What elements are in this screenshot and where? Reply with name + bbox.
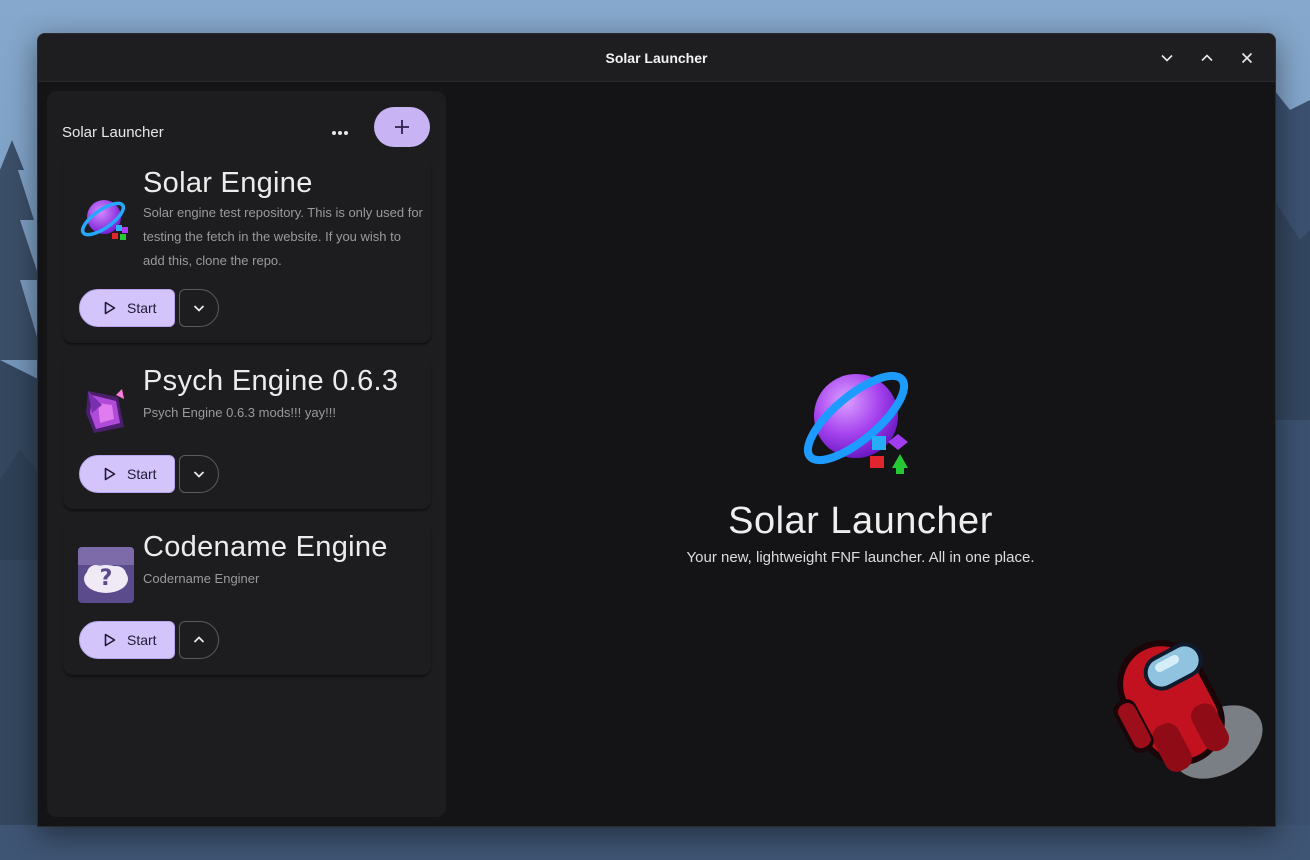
- chevron-down-icon: [193, 305, 205, 312]
- chevron-down-icon: [193, 471, 205, 478]
- expand-toggle[interactable]: [179, 289, 219, 327]
- window-title: Solar Launcher: [605, 49, 708, 66]
- collapse-toggle[interactable]: [179, 621, 219, 659]
- more-icon: [332, 131, 348, 135]
- sidebar-header: Solar Launcher: [62, 107, 431, 153]
- expand-toggle[interactable]: [179, 455, 219, 493]
- solar-engine-icon: [78, 193, 134, 249]
- start-label: Start: [127, 466, 157, 482]
- start-label: Start: [127, 632, 157, 648]
- engine-description: Solar engine test repository. This is on…: [143, 205, 423, 268]
- engine-card-codename: ? Codename Engine Codername Enginer Star…: [63, 523, 431, 675]
- engine-description: Psych Engine 0.6.3 mods!!! yay!!!: [143, 405, 336, 420]
- engine-name: Solar Engine: [143, 167, 313, 199]
- play-icon: [104, 301, 116, 315]
- start-button[interactable]: Start: [79, 289, 175, 327]
- engine-card-psych: Psych Engine 0.6.3 Psych Engine 0.6.3 mo…: [63, 357, 431, 509]
- play-icon: [104, 467, 116, 481]
- hero-subtitle: Your new, lightweight FNF launcher. All …: [686, 549, 1035, 566]
- plus-icon: [395, 120, 409, 134]
- app-window: Solar Launcher Solar Launcher Solar Engi…: [37, 33, 1276, 827]
- window-controls: [1147, 34, 1267, 81]
- maximize-button[interactable]: [1187, 38, 1227, 78]
- close-button[interactable]: [1227, 38, 1267, 78]
- close-icon: [1241, 52, 1253, 63]
- solar-launcher-logo: [802, 364, 918, 485]
- sidebar-title: Solar Launcher: [62, 124, 164, 141]
- engine-name: Psych Engine 0.6.3: [143, 365, 399, 397]
- crewmate-sticker: [1113, 640, 1263, 779]
- chevron-up-icon: [1201, 53, 1213, 61]
- start-button[interactable]: Start: [79, 621, 175, 659]
- sidebar: Solar Launcher Solar Engine Solar engine…: [47, 91, 446, 817]
- add-engine-button[interactable]: [374, 107, 430, 147]
- engine-description: Codername Enginer: [143, 571, 260, 586]
- chevron-up-icon: [193, 636, 205, 643]
- start-button[interactable]: Start: [79, 455, 175, 493]
- hero-title: Solar Launcher: [728, 500, 993, 542]
- play-icon: [104, 633, 116, 647]
- start-label: Start: [127, 300, 157, 316]
- svg-text:?: ?: [100, 566, 113, 591]
- title-bar: Solar Launcher: [38, 34, 1275, 82]
- more-options-button[interactable]: [324, 117, 356, 149]
- engine-name: Codename Engine: [143, 531, 388, 563]
- minimize-button[interactable]: [1147, 38, 1187, 78]
- psych-engine-icon: [78, 383, 134, 439]
- chevron-down-icon: [1161, 54, 1173, 62]
- codename-engine-icon: ?: [78, 547, 134, 603]
- engine-card-solar: Solar Engine Solar engine test repositor…: [63, 157, 431, 343]
